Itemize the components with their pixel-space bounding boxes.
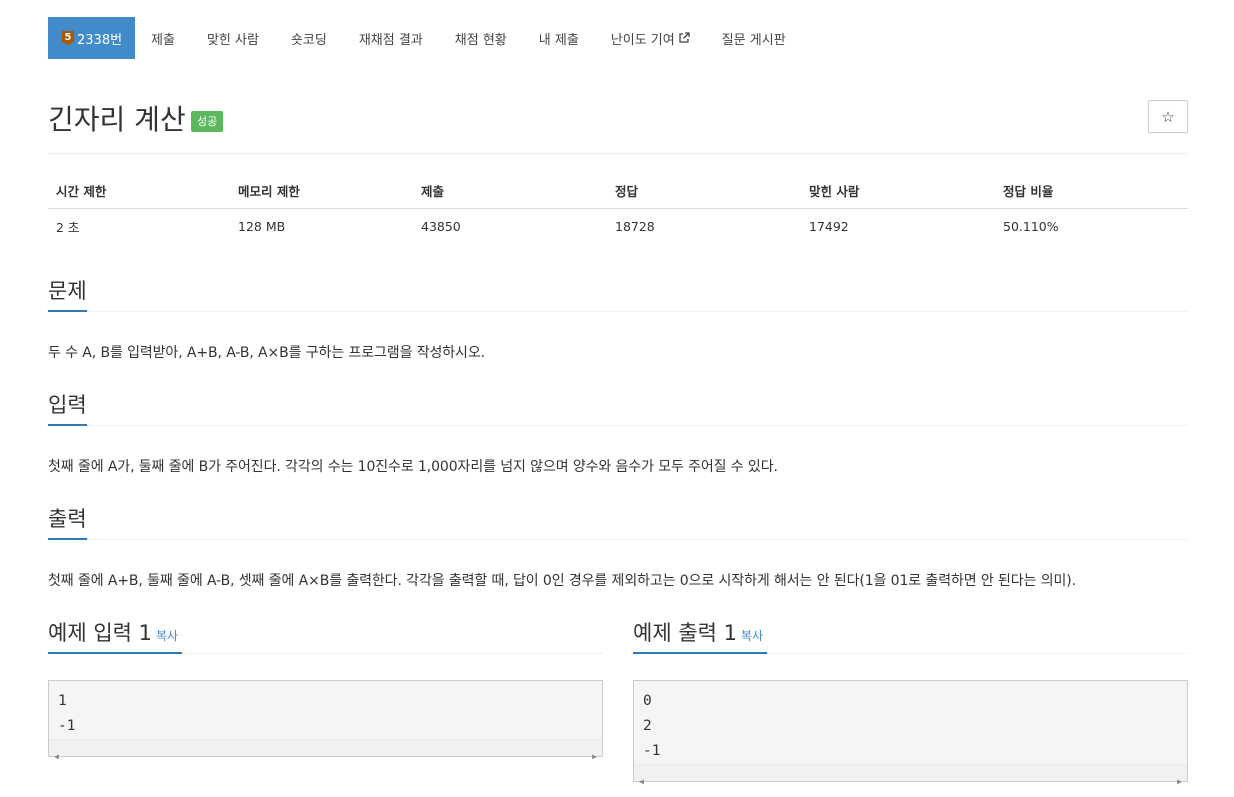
nav-my-submissions[interactable]: 내 제출 xyxy=(523,17,595,59)
nav-solved-users[interactable]: 맞힌 사람 xyxy=(191,17,275,59)
nav-submit-label: 제출 xyxy=(151,32,175,48)
section-title-sample-output: 예제 출력 1 복사 xyxy=(633,620,768,654)
header-solved-users: 맞힌 사람 xyxy=(801,174,995,209)
sample-input-line: -1 xyxy=(58,718,76,734)
scroll-right-icon[interactable]: ▶ xyxy=(592,744,597,769)
horizontal-scrollbar[interactable]: ◀ ▶ xyxy=(634,764,1187,786)
sample-output-box[interactable]: 0 2 -1 ◀ ▶ xyxy=(633,680,1188,786)
cell-memory-limit: 128 MB xyxy=(238,218,286,234)
copy-sample-output-link[interactable]: 복사 xyxy=(741,629,763,643)
section-title-sample-input: 예제 입력 1 복사 xyxy=(48,620,183,654)
problem-nav: 5 2338번 제출 맞힌 사람 숏코딩 재채점 결과 채점 현황 내 제출 난… xyxy=(48,17,802,59)
page-title: 긴자리 계산 xyxy=(48,103,186,136)
tier-icon: 5 xyxy=(62,31,74,45)
sample-input-line: 1 xyxy=(58,693,67,709)
nav-problem-number[interactable]: 5 2338번 xyxy=(48,17,136,59)
table-header-row: 시간 제한 메모리 제한 제출 정답 맞힌 사람 정답 비율 xyxy=(48,174,1188,209)
sample-output-line: 0 xyxy=(643,693,652,709)
nav-problem-number-label: 2338번 xyxy=(77,32,123,48)
nav-judge-status[interactable]: 채점 현황 xyxy=(439,17,523,59)
favorite-button[interactable]: ☆ xyxy=(1148,100,1188,133)
section-header: 입력 xyxy=(48,392,1188,426)
nav-rejudge-result-label: 재채점 결과 xyxy=(358,32,423,48)
table-row: 2 초 128 MB 43850 18728 17492 50.110% xyxy=(48,208,1188,244)
problem-output-section: 출력 첫째 줄에 A+B, 둘째 줄에 A-B, 셋째 줄에 A×B를 출력한다… xyxy=(48,506,1188,590)
nav-short-coding[interactable]: 숏코딩 xyxy=(275,17,343,59)
sample-output-title: 예제 출력 1 xyxy=(633,621,737,645)
header-submissions: 제출 xyxy=(413,174,607,209)
nav-difficulty-contribution[interactable]: 난이도 기여 xyxy=(595,17,706,59)
section-title-input: 입력 xyxy=(48,392,87,426)
problem-info-table: 시간 제한 메모리 제한 제출 정답 맞힌 사람 정답 비율 2 초 128 M… xyxy=(48,174,1188,244)
nav-difficulty-contribution-label: 난이도 기여 xyxy=(610,32,675,48)
section-header: 예제 입력 1 복사 xyxy=(48,620,603,654)
cell-submissions: 43850 xyxy=(421,218,461,234)
scroll-left-icon[interactable]: ◀ xyxy=(54,744,59,769)
cell-accept-ratio: 50.110% xyxy=(1003,218,1059,234)
nav-rejudge-result[interactable]: 재채점 결과 xyxy=(343,17,439,59)
nav-my-submissions-label: 내 제출 xyxy=(538,32,579,48)
scroll-left-icon[interactable]: ◀ xyxy=(639,769,644,794)
section-header: 예제 출력 1 복사 xyxy=(633,620,1188,654)
nav-solved-users-label: 맞힌 사람 xyxy=(206,32,259,48)
horizontal-scrollbar[interactable]: ◀ ▶ xyxy=(49,739,602,761)
status-badge: 성공 xyxy=(191,111,224,132)
problem-input-section: 입력 첫째 줄에 A가, 둘째 줄에 B가 주어진다. 각각의 수는 10진수로… xyxy=(48,392,1188,476)
header-memory-limit: 메모리 제한 xyxy=(230,174,413,209)
nav-question-board-label: 질문 게시판 xyxy=(721,32,786,48)
nav-short-coding-label: 숏코딩 xyxy=(290,32,327,48)
header-accept-ratio: 정답 비율 xyxy=(995,174,1188,209)
section-title-output: 출력 xyxy=(48,506,87,540)
star-icon: ☆ xyxy=(1161,107,1175,126)
sample-output-section: 예제 출력 1 복사 0 2 -1 ◀ ▶ xyxy=(633,620,1188,786)
sample-output-line: -1 xyxy=(643,743,661,759)
nav-question-board[interactable]: 질문 게시판 xyxy=(706,17,802,59)
cell-accepted: 18728 xyxy=(615,218,655,234)
cell-solved-users: 17492 xyxy=(809,218,849,234)
header-accepted: 정답 xyxy=(607,174,801,209)
scroll-right-icon[interactable]: ▶ xyxy=(1177,769,1182,794)
problem-description-section: 문제 두 수 A, B를 입력받아, A+B, A-B, A×B를 구하는 프로… xyxy=(48,278,1188,362)
header-time-limit: 시간 제한 xyxy=(48,174,230,209)
nav-submit[interactable]: 제출 xyxy=(135,17,191,59)
section-title-problem: 문제 xyxy=(48,278,87,312)
nav-judge-status-label: 채점 현황 xyxy=(454,32,507,48)
problem-header: 긴자리 계산 성공 ☆ xyxy=(48,96,1188,154)
section-header: 출력 xyxy=(48,506,1188,540)
copy-sample-input-link[interactable]: 복사 xyxy=(156,629,178,643)
cell-time-limit: 2 초 xyxy=(56,219,80,235)
section-header: 문제 xyxy=(48,278,1188,312)
external-link-icon xyxy=(679,32,690,43)
sample-output-line: 2 xyxy=(643,718,652,734)
problem-description-text: 두 수 A, B를 입력받아, A+B, A-B, A×B를 구하는 프로그램을… xyxy=(48,345,485,361)
sample-input-title: 예제 입력 1 xyxy=(48,621,152,645)
sample-input-box[interactable]: 1 -1 ◀ ▶ xyxy=(48,680,603,761)
problem-output-text: 첫째 줄에 A+B, 둘째 줄에 A-B, 셋째 줄에 A×B를 출력한다. 각… xyxy=(48,573,1076,589)
problem-input-text: 첫째 줄에 A가, 둘째 줄에 B가 주어진다. 각각의 수는 10진수로 1,… xyxy=(48,459,778,475)
sample-input-section: 예제 입력 1 복사 1 -1 ◀ ▶ xyxy=(48,620,603,761)
